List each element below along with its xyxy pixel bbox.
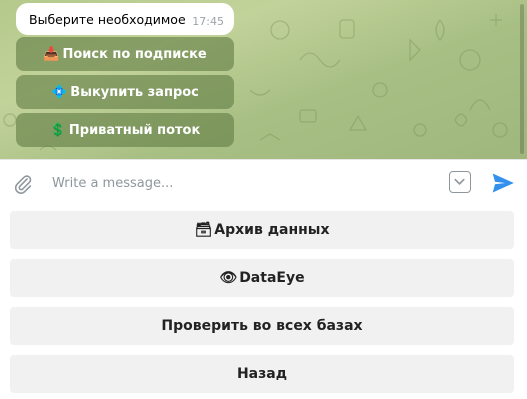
keyboard-button-check-all-databases[interactable]: Проверить во всех базах: [10, 307, 514, 345]
chat-area: Выберите необходимое 17:45 📥 Поиск по по…: [0, 0, 527, 159]
archive-box-icon: 🗃: [194, 222, 213, 238]
paperclip-icon[interactable]: [12, 173, 34, 195]
message-input[interactable]: [52, 172, 432, 194]
dollar-icon: 💲: [49, 122, 66, 138]
reply-keyboard: 🗃 Архив данных 👁 DataEye Проверить во вс…: [0, 207, 527, 399]
keyboard-button-back[interactable]: Назад: [10, 355, 514, 393]
chat-scrollbar[interactable]: [520, 4, 524, 154]
inline-button-label: Приватный поток: [68, 122, 201, 138]
keyboard-toggle-button[interactable]: [449, 171, 471, 193]
inline-button-private-stream[interactable]: 💲 Приватный поток: [16, 113, 234, 147]
inbox-tray-icon: 📥: [43, 46, 60, 62]
chevron-down-icon: [454, 178, 465, 185]
keyboard-button-label: DataEye: [239, 270, 305, 286]
inline-button-buy-request[interactable]: 💠 Выкупить запрос: [16, 75, 234, 109]
keyboard-button-data-archive[interactable]: 🗃 Архив данных: [10, 211, 514, 249]
bot-message: Выберите необходимое 17:45: [16, 3, 234, 35]
keyboard-button-dataeye[interactable]: 👁 DataEye: [10, 259, 514, 297]
inline-button-subscription-search[interactable]: 📥 Поиск по подписке: [16, 37, 234, 71]
keyboard-button-label: Проверить во всех базах: [161, 318, 363, 334]
send-icon[interactable]: [490, 170, 516, 196]
keyboard-button-label: Архив данных: [214, 222, 330, 238]
message-time: 17:45: [192, 15, 224, 28]
inline-button-label: Выкупить запрос: [70, 84, 199, 100]
keyboard-button-label: Назад: [236, 366, 288, 382]
eye-icon: 👁: [219, 270, 238, 286]
message-text: Выберите необходимое: [29, 12, 186, 27]
message-composer: [0, 159, 527, 207]
diamond-icon: 💠: [51, 84, 68, 100]
inline-button-label: Поиск по подписке: [62, 46, 207, 62]
